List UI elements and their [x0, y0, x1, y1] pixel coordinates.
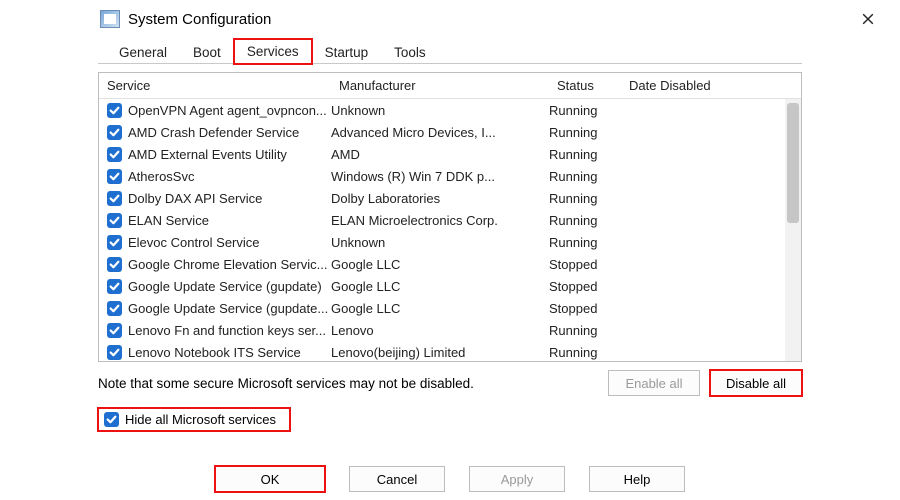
hide-ms-services-checkbox[interactable]: Hide all Microsoft services [98, 408, 290, 431]
service-row[interactable]: Lenovo Fn and function keys ser...Lenovo… [99, 319, 785, 341]
service-name: ELAN Service [128, 213, 331, 228]
dialog-content: GeneralBootServicesStartupTools Service … [0, 38, 900, 431]
enable-all-button[interactable]: Enable all [608, 370, 700, 396]
column-header-date-disabled[interactable]: Date Disabled [621, 78, 801, 93]
checkbox-checked-icon[interactable] [107, 301, 122, 316]
dialog-footer: OK Cancel Apply Help [0, 466, 900, 492]
ok-button[interactable]: OK [215, 466, 325, 492]
service-row[interactable]: Google Chrome Elevation Servic...Google … [99, 253, 785, 275]
titlebar: System Configuration [0, 0, 900, 38]
service-status: Running [549, 169, 621, 184]
list-body[interactable]: OpenVPN Agent agent_ovpncon...UnknownRun… [99, 99, 785, 361]
service-row[interactable]: Dolby DAX API ServiceDolby LaboratoriesR… [99, 187, 785, 209]
note-row: Note that some secure Microsoft services… [98, 370, 802, 396]
service-status: Running [549, 125, 621, 140]
list-header: Service Manufacturer Status Date Disable… [99, 73, 801, 99]
column-header-manufacturer[interactable]: Manufacturer [331, 78, 549, 93]
checkbox-checked-icon[interactable] [107, 323, 122, 338]
hide-ms-services-label: Hide all Microsoft services [125, 412, 276, 427]
help-button[interactable]: Help [589, 466, 685, 492]
service-name: Google Chrome Elevation Servic... [128, 257, 331, 272]
service-row[interactable]: ELAN ServiceELAN Microelectronics Corp.R… [99, 209, 785, 231]
service-manufacturer: Dolby Laboratories [331, 191, 549, 206]
service-manufacturer: Google LLC [331, 257, 549, 272]
checkbox-checked-icon[interactable] [107, 147, 122, 162]
service-manufacturer: Unknown [331, 235, 549, 250]
service-manufacturer: Lenovo [331, 323, 549, 338]
system-configuration-window: System Configuration GeneralBootServices… [0, 0, 900, 500]
service-manufacturer: ELAN Microelectronics Corp. [331, 213, 549, 228]
service-row[interactable]: Lenovo Notebook ITS ServiceLenovo(beijin… [99, 341, 785, 361]
checkbox-checked-icon[interactable] [107, 279, 122, 294]
service-name: Dolby DAX API Service [128, 191, 331, 206]
note-text: Note that some secure Microsoft services… [98, 376, 608, 391]
tab-services[interactable]: Services [234, 39, 312, 64]
apply-button[interactable]: Apply [469, 466, 565, 492]
tab-boot[interactable]: Boot [180, 40, 234, 64]
service-status: Stopped [549, 257, 621, 272]
window-title: System Configuration [128, 11, 271, 28]
cancel-button[interactable]: Cancel [349, 466, 445, 492]
checkbox-checked-icon[interactable] [107, 169, 122, 184]
checkbox-checked-icon [104, 412, 119, 427]
tab-general[interactable]: General [106, 40, 180, 64]
service-manufacturer: Google LLC [331, 279, 549, 294]
service-name: Google Update Service (gupdate) [128, 279, 331, 294]
close-button[interactable] [848, 4, 888, 34]
service-name: AtherosSvc [128, 169, 331, 184]
tab-strip: GeneralBootServicesStartupTools [98, 38, 802, 64]
service-row[interactable]: AMD Crash Defender ServiceAdvanced Micro… [99, 121, 785, 143]
service-manufacturer: Google LLC [331, 301, 549, 316]
service-row[interactable]: Google Update Service (gupdate...Google … [99, 297, 785, 319]
service-manufacturer: Advanced Micro Devices, I... [331, 125, 549, 140]
column-header-status[interactable]: Status [549, 78, 621, 93]
msconfig-icon [100, 10, 120, 28]
tab-startup[interactable]: Startup [312, 40, 382, 64]
service-name: Lenovo Fn and function keys ser... [128, 323, 331, 338]
service-manufacturer: AMD [331, 147, 549, 162]
service-name: Lenovo Notebook ITS Service [128, 345, 331, 360]
service-status: Running [549, 323, 621, 338]
checkbox-checked-icon[interactable] [107, 103, 122, 118]
scroll-thumb[interactable] [787, 103, 799, 223]
service-row[interactable]: Elevoc Control ServiceUnknownRunning [99, 231, 785, 253]
checkbox-checked-icon[interactable] [107, 125, 122, 140]
service-status: Running [549, 147, 621, 162]
checkbox-checked-icon[interactable] [107, 191, 122, 206]
service-status: Stopped [549, 301, 621, 316]
checkbox-checked-icon[interactable] [107, 213, 122, 228]
service-row[interactable]: Google Update Service (gupdate)Google LL… [99, 275, 785, 297]
service-manufacturer: Lenovo(beijing) Limited [331, 345, 549, 360]
service-status: Stopped [549, 279, 621, 294]
tab-tools[interactable]: Tools [381, 40, 439, 64]
disable-all-button[interactable]: Disable all [710, 370, 802, 396]
service-name: Elevoc Control Service [128, 235, 331, 250]
service-name: OpenVPN Agent agent_ovpncon... [128, 103, 331, 118]
service-manufacturer: Unknown [331, 103, 549, 118]
service-status: Running [549, 103, 621, 118]
service-status: Running [549, 191, 621, 206]
hide-ms-row: Hide all Microsoft services [98, 408, 802, 431]
service-status: Running [549, 235, 621, 250]
close-icon [862, 13, 874, 25]
service-row[interactable]: AtherosSvcWindows (R) Win 7 DDK p...Runn… [99, 165, 785, 187]
service-name: AMD Crash Defender Service [128, 125, 331, 140]
service-status: Running [549, 213, 621, 228]
services-list: Service Manufacturer Status Date Disable… [98, 72, 802, 362]
service-status: Running [549, 345, 621, 360]
service-manufacturer: Windows (R) Win 7 DDK p... [331, 169, 549, 184]
service-name: Google Update Service (gupdate... [128, 301, 331, 316]
vertical-scrollbar[interactable] [785, 99, 801, 361]
checkbox-checked-icon[interactable] [107, 345, 122, 360]
checkbox-checked-icon[interactable] [107, 257, 122, 272]
service-row[interactable]: AMD External Events UtilityAMDRunning [99, 143, 785, 165]
service-name: AMD External Events Utility [128, 147, 331, 162]
service-row[interactable]: OpenVPN Agent agent_ovpncon...UnknownRun… [99, 99, 785, 121]
column-header-service[interactable]: Service [99, 78, 331, 93]
checkbox-checked-icon[interactable] [107, 235, 122, 250]
